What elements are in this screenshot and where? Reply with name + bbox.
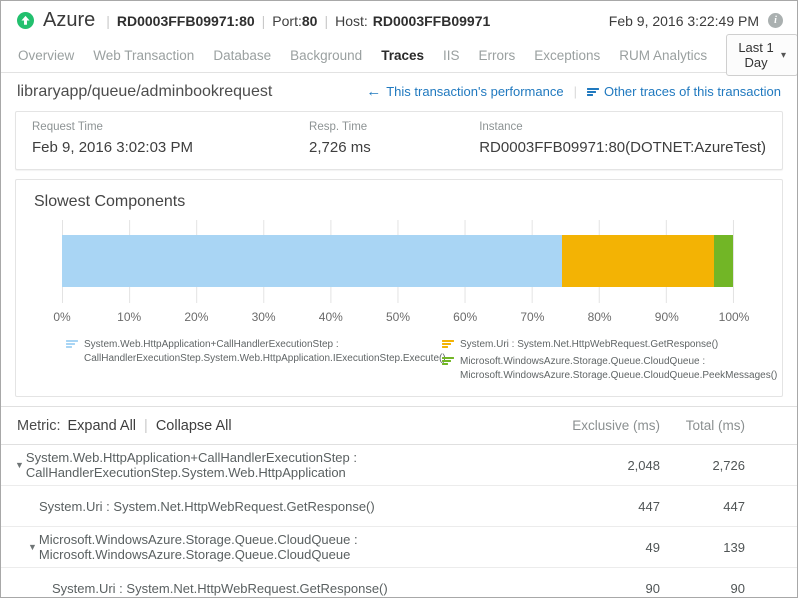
x-tick: 90%: [655, 310, 679, 324]
transaction-row: libraryapp/queue/adminbookrequest ← This…: [1, 73, 797, 110]
legend-swatch-icon: [66, 340, 78, 348]
instance-label: Instance: [479, 121, 766, 133]
tab-database[interactable]: Database: [213, 48, 271, 63]
header-separator: |: [106, 13, 110, 29]
expand-all-button[interactable]: Expand All: [68, 418, 137, 434]
port-label: Port:: [272, 13, 302, 29]
left-arrow-icon: ←: [366, 84, 381, 99]
tab-exceptions[interactable]: Exceptions: [534, 48, 600, 63]
metric-name-getresponse: System.Uri : System.Net.HttpWebRequest.G…: [1, 499, 550, 514]
exclusive-ms-value: 90: [550, 581, 660, 596]
metric-label: Metric:: [17, 418, 61, 434]
tab-traces[interactable]: Traces: [381, 48, 424, 63]
bar-segment-cloudqueue[interactable]: [714, 235, 733, 287]
x-tick: 70%: [520, 310, 544, 324]
time-range-dropdown[interactable]: Last 1 Day ▾: [726, 34, 798, 76]
table-row: ▼ Microsoft.WindowsAzure.Storage.Queue.C…: [1, 527, 797, 568]
x-tick: 100%: [719, 310, 750, 324]
exclusive-ms-value: 49: [550, 540, 660, 555]
metric-name-getresponse-nested: System.Uri : System.Net.HttpWebRequest.G…: [1, 581, 550, 596]
trace-details-panel: Request Time Feb 9, 2016 3:02:03 PM Resp…: [15, 111, 783, 170]
exclusive-ms-value: 2,048: [550, 458, 660, 473]
tab-rum-analytics[interactable]: RUM Analytics: [619, 48, 707, 63]
header-separator: |: [324, 13, 328, 29]
total-ms-value: 90: [660, 581, 745, 596]
tab-background[interactable]: Background: [290, 48, 362, 63]
x-tick: 40%: [319, 310, 343, 324]
resp-time-value: 2,726 ms: [309, 139, 479, 156]
host-value: RD0003FFB09971: [373, 13, 491, 29]
tab-overview[interactable]: Overview: [18, 48, 74, 63]
chart-title: Slowest Components: [16, 193, 782, 211]
bar-segment-getresponse[interactable]: [562, 235, 714, 287]
x-tick: 80%: [588, 310, 612, 324]
app-window: Azure | RD0003FFB09971:80 | Port: 80 | H…: [0, 0, 798, 598]
host-label: Host:: [335, 13, 368, 29]
current-timestamp: Feb 9, 2016 3:22:49 PM: [609, 13, 759, 29]
metric-name-httpapplication[interactable]: ▼ System.Web.HttpApplication+CallHandler…: [1, 450, 550, 480]
header-divider: |: [144, 418, 148, 434]
tab-iis[interactable]: IIS: [443, 48, 460, 63]
table-row: ▼ System.Web.HttpApplication+CallHandler…: [1, 445, 797, 486]
legend-item-getresponse: System.Uri : System.Net.HttpWebRequest.G…: [442, 338, 777, 352]
link-divider: |: [574, 84, 577, 99]
time-range-label: Last 1 Day: [738, 40, 774, 70]
chart-legend: System.Web.HttpApplication+CallHandlerEx…: [16, 325, 782, 383]
collapse-triangle-icon[interactable]: ▼: [15, 460, 24, 470]
x-tick: 20%: [184, 310, 208, 324]
legend-swatch-icon: [442, 340, 454, 348]
chevron-down-icon: ▾: [781, 50, 786, 61]
table-row: System.Uri : System.Net.HttpWebRequest.G…: [1, 486, 797, 527]
chart-grid: [62, 220, 734, 303]
bar-segment-httpapplication[interactable]: [62, 235, 562, 287]
legend-item-cloudqueue: Microsoft.WindowsAzure.Storage.Queue.Clo…: [442, 355, 777, 383]
other-traces-link[interactable]: Other traces of this transaction: [587, 84, 781, 99]
metric-table-header: Metric: Expand All | Collapse All Exclus…: [1, 406, 797, 445]
collapse-all-button[interactable]: Collapse All: [156, 418, 232, 434]
metric-name-cloudqueue[interactable]: ▼ Microsoft.WindowsAzure.Storage.Queue.C…: [1, 532, 550, 562]
x-tick: 0%: [53, 310, 70, 324]
total-ms-value: 447: [660, 499, 745, 514]
request-time-label: Request Time: [32, 121, 309, 133]
column-header-total: Total (ms): [660, 418, 745, 433]
chart-plot: 0% 10% 20% 30% 40% 50% 60% 70% 80% 90% 1…: [16, 220, 782, 325]
table-row: System.Uri : System.Net.HttpWebRequest.G…: [1, 568, 797, 598]
legend-swatch-icon: [442, 357, 454, 365]
exclusive-ms-value: 447: [550, 499, 660, 514]
header-separator: |: [262, 13, 266, 29]
slowest-components-panel: Slowest Components 0% 10% 20% 30% 40% 50…: [15, 179, 783, 397]
health-status-icon: [17, 12, 34, 29]
x-tick: 10%: [117, 310, 141, 324]
app-name: Azure: [43, 9, 95, 32]
collapse-triangle-icon[interactable]: ▼: [28, 542, 37, 552]
transaction-name: libraryapp/queue/adminbookrequest: [17, 83, 272, 101]
x-tick: 50%: [386, 310, 410, 324]
x-axis: 0% 10% 20% 30% 40% 50% 60% 70% 80% 90% 1…: [62, 310, 734, 325]
transaction-performance-link[interactable]: ← This transaction's performance: [366, 84, 563, 99]
total-ms-value: 2,726: [660, 458, 745, 473]
tab-web-transaction[interactable]: Web Transaction: [93, 48, 194, 63]
info-icon[interactable]: i: [768, 13, 783, 28]
nav-tabs: Overview Web Transaction Database Backgr…: [1, 38, 797, 73]
trace-list-icon: [587, 88, 599, 96]
app-header: Azure | RD0003FFB09971:80 | Port: 80 | H…: [1, 1, 797, 38]
instance-value: RD0003FFB09971:80(DOTNET:AzureTest): [479, 139, 766, 156]
header-instance-id: RD0003FFB09971:80: [117, 13, 255, 29]
column-header-exclusive: Exclusive (ms): [550, 418, 660, 433]
resp-time-label: Resp. Time: [309, 121, 479, 133]
x-tick: 30%: [252, 310, 276, 324]
x-tick: 60%: [453, 310, 477, 324]
legend-item-httpapplication: System.Web.HttpApplication+CallHandlerEx…: [66, 338, 434, 366]
total-ms-value: 139: [660, 540, 745, 555]
port-value: 80: [302, 13, 318, 29]
stacked-bar: [62, 235, 733, 287]
request-time-value: Feb 9, 2016 3:02:03 PM: [32, 139, 309, 156]
tab-errors[interactable]: Errors: [479, 48, 516, 63]
